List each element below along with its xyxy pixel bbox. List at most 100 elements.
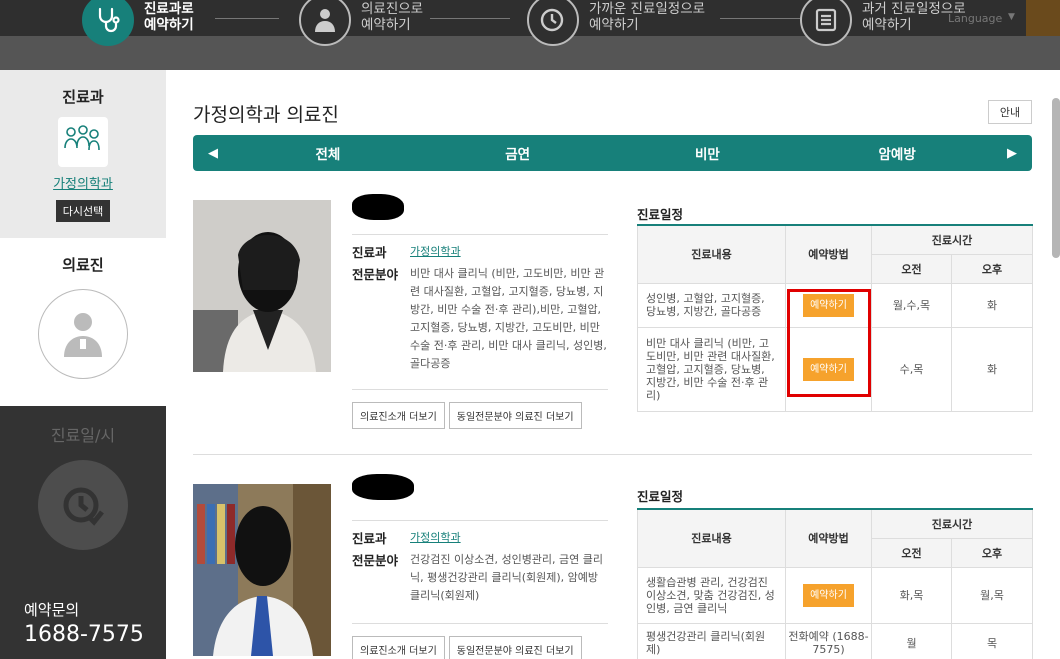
scrollbar[interactable] (1052, 98, 1060, 258)
department-section: 진료과 가정의학과 다시선택 (0, 70, 166, 238)
specialty-label: 전문분야 (352, 267, 399, 282)
am-days: 월,수,목 (871, 282, 952, 328)
doctor-photo (193, 200, 331, 372)
doctor-divider (193, 454, 1032, 455)
specialty-label: 전문분야 (352, 553, 399, 568)
header-content: 진료내용 (637, 225, 786, 284)
doctor-card: 진료과 가정의학과 전문분야 비만 대사 클리닉 (비만, 고도비만, 비만 관… (193, 194, 1034, 450)
header-am: 오전 (871, 538, 952, 568)
page-title: 가정의학과 의료진 (193, 104, 339, 126)
inquiry-phone: 1688-7575 (24, 622, 144, 647)
schedule-title: 진료일정 (637, 489, 684, 504)
pm-days: 목 (950, 622, 1034, 659)
doctor-actions: 의료진소개 더보기 동일전문분야 의료진 더보기 (352, 623, 608, 659)
table-row: 평생건강관리 클리닉(회원제) 전화예약 (1688-7575) 월 목 (637, 622, 1034, 659)
doctor-card: 진료과 가정의학과 전문분야 건강검진 이상소견, 성인병관리, 금연 클리닉,… (193, 474, 1034, 659)
pm-days: 화 (950, 326, 1034, 412)
header-method: 예약방법 (785, 509, 872, 568)
schedule-content: 성인병, 고혈압, 고지혈증, 당뇨병, 지방간, 골다공증 (637, 282, 786, 328)
reserve-button[interactable]: 예약하기 (803, 583, 854, 607)
phone-reservation: 전화예약 (1688-7575) (785, 622, 872, 659)
dept-label: 진료과 (352, 531, 387, 546)
department-heading: 진료과 (62, 88, 104, 106)
tab-smoking-cessation[interactable]: 금연 (423, 143, 613, 163)
header-pm: 오후 (950, 254, 1034, 284)
header-time: 진료시간 (870, 225, 1034, 255)
am-days: 월 (871, 622, 952, 659)
step-label: 과거 진료일정으로 예약하기 (862, 1, 966, 33)
doctor-info: 진료과 가정의학과 전문분야 비만 대사 클리닉 (비만, 고도비만, 비만 관… (352, 234, 608, 373)
schedule-table: 진료내용 예약방법 진료시간 오전 오후 생활습관병 관리, 건강검진 이상소견… (637, 508, 1034, 659)
step-label: 진료과로 예약하기 (144, 1, 194, 33)
document-icon (800, 0, 852, 46)
am-days: 화,목 (871, 566, 952, 624)
doctor-photo (193, 484, 331, 656)
pm-days: 화 (950, 282, 1034, 328)
step-by-department[interactable]: 진료과로 예약하기 (82, 0, 194, 48)
doctor-intro-button[interactable]: 의료진소개 더보기 (352, 636, 445, 659)
step-label: 가까운 진료일정으로 예약하기 (589, 1, 706, 33)
method-cell: 예약하기 (785, 566, 872, 624)
step-by-past-schedule[interactable]: 과거 진료일정으로 예약하기 (800, 0, 966, 48)
doctor-heading: 의료진 (62, 256, 104, 274)
highlight-box (787, 289, 871, 397)
doctor-name-redacted (352, 474, 414, 500)
pm-days: 월,목 (950, 566, 1034, 624)
prev-arrow-icon[interactable]: ◀ (193, 146, 233, 161)
specialty-value: 건강검진 이상소견, 성인병관리, 금연 클리닉, 평생건강관리 클리닉(회원제… (410, 553, 604, 602)
reselect-button[interactable]: 다시선택 (55, 200, 111, 222)
step-by-doctor[interactable]: 의료진으로 예약하기 (299, 0, 423, 48)
schedule-content: 생활습관병 관리, 건강검진 이상소견, 맞춤 건강검진, 성인병, 금연 클리… (637, 566, 786, 624)
doctor-icon (299, 0, 351, 46)
left-panel: 진료과 가정의학과 다시선택 의료진 진료일/시 예약문의 1688-7575 (0, 70, 166, 659)
doctor-intro-button[interactable]: 의료진소개 더보기 (352, 402, 445, 429)
schedule-heading: 진료일/시 (50, 426, 116, 445)
search-tab (1026, 0, 1060, 36)
dept-link[interactable]: 가정의학과 (410, 243, 608, 263)
schedule-content: 비만 대사 클리닉 (비만, 고도비만, 비만 관련 대사질환, 고혈압, 고지… (637, 326, 786, 412)
chevron-down-icon: ▼ (1008, 12, 1015, 22)
tab-obesity[interactable]: 비만 (613, 143, 803, 163)
same-specialty-button[interactable]: 동일전문분야 의료진 더보기 (448, 402, 582, 429)
step-connector (720, 18, 800, 19)
doctor-icon (38, 289, 128, 379)
specialty-tabs: ◀ 전체 금연 비만 암예방 ▶ (193, 135, 1032, 171)
dept-row: 진료과 가정의학과 (352, 529, 608, 549)
main-content: 가정의학과 의료진 안내 ◀ 전체 금연 비만 암예방 ▶ 진료과 가정의학과 (166, 70, 1060, 659)
tab-cancer-prevention[interactable]: 암예방 (802, 143, 992, 163)
header-content: 진료내용 (637, 509, 786, 568)
schedule-title: 진료일정 (637, 207, 684, 222)
step-connector (215, 18, 279, 19)
step-by-nearest-schedule[interactable]: 가까운 진료일정으로 예약하기 (527, 0, 705, 48)
header-method: 예약방법 (785, 225, 872, 284)
dept-label: 진료과 (352, 245, 387, 260)
specialty-row: 전문분야 건강검진 이상소견, 성인병관리, 금연 클리닉, 평생건강관리 클리… (352, 551, 608, 605)
clock-check-icon (38, 460, 128, 550)
clock-check-icon (527, 0, 579, 46)
inquiry-label: 예약문의 (24, 601, 80, 619)
step-label: 의료진으로 예약하기 (361, 1, 424, 33)
dept-link[interactable]: 가정의학과 (410, 529, 608, 549)
step-connector (430, 18, 510, 19)
doctor-info: 진료과 가정의학과 전문분야 건강검진 이상소견, 성인병관리, 금연 클리닉,… (352, 520, 608, 605)
reservation-inquiry: 예약문의 1688-7575 (0, 599, 166, 659)
header-time: 진료시간 (870, 509, 1034, 539)
selected-department-link[interactable]: 가정의학과 (0, 173, 166, 192)
specialty-row: 전문분야 비만 대사 클리닉 (비만, 고도비만, 비만 관련 대사질환, 고혈… (352, 265, 608, 373)
header-pm: 오후 (950, 538, 1034, 568)
specialty-value: 비만 대사 클리닉 (비만, 고도비만, 비만 관련 대사질환, 고혈압, 고지… (410, 267, 607, 370)
tab-all[interactable]: 전체 (233, 143, 423, 163)
schedule-section: 진료일/시 예약문의 1688-7575 (0, 406, 166, 659)
am-days: 수,목 (871, 326, 952, 412)
header-am: 오전 (871, 254, 952, 284)
top-step-bar: Language ▼ 진료과로 예약하기 의료진으로 예약하기 가까운 진료일정… (0, 0, 1060, 70)
doctor-section: 의료진 (0, 238, 166, 406)
same-specialty-button[interactable]: 동일전문분야 의료진 더보기 (448, 636, 582, 659)
doctor-actions: 의료진소개 더보기 동일전문분야 의료진 더보기 (352, 389, 608, 429)
info-button[interactable]: 안내 (988, 100, 1032, 124)
stethoscope-icon (82, 0, 134, 46)
table-row: 생활습관병 관리, 건강검진 이상소견, 맞춤 건강검진, 성인병, 금연 클리… (637, 566, 1034, 624)
doctor-name-redacted (352, 194, 404, 220)
schedule-content: 평생건강관리 클리닉(회원제) (637, 622, 786, 659)
next-arrow-icon[interactable]: ▶ (992, 146, 1032, 161)
